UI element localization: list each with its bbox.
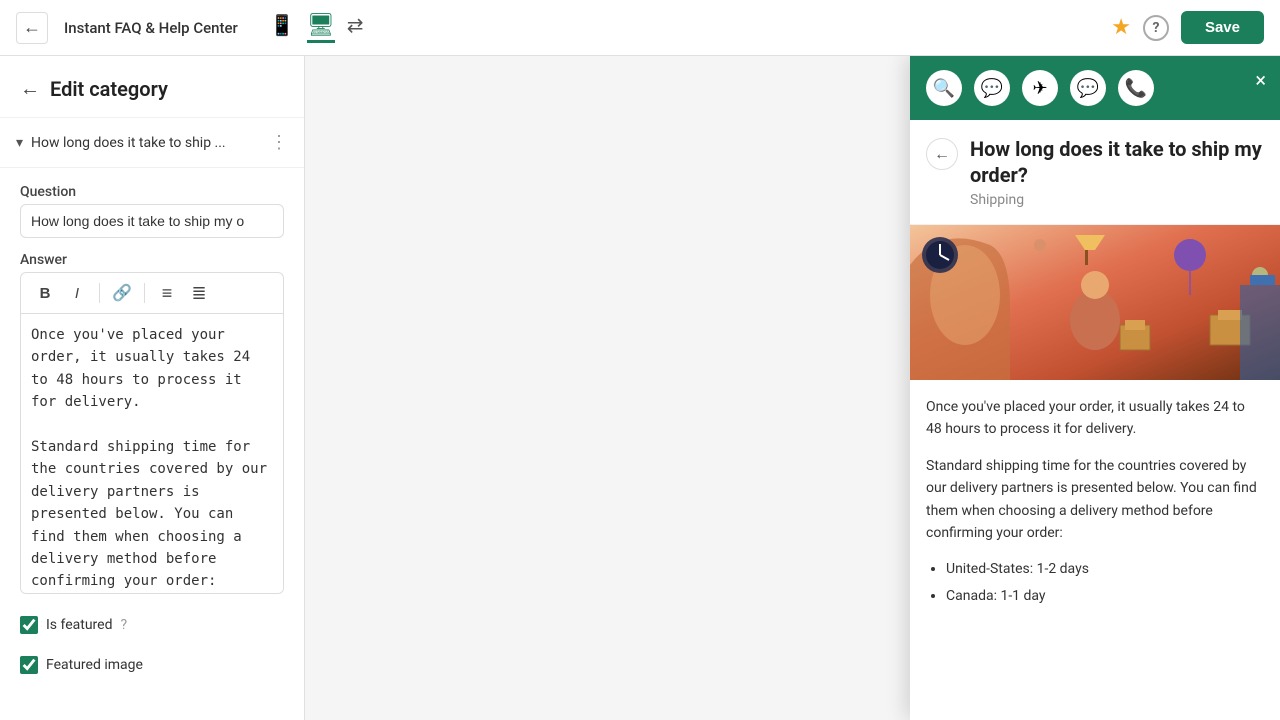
topbar: ← Instant FAQ & Help Center 📱 🖥 ⇄ ★ ? Sa…	[0, 0, 1280, 56]
popup-question-content: How long does it take to ship my order? …	[970, 136, 1264, 208]
question-input[interactable]	[20, 204, 284, 238]
star-icon[interactable]: ★	[1111, 15, 1131, 40]
messenger-icon: 💬	[1077, 78, 1099, 99]
popup-back-button[interactable]: ←	[926, 138, 958, 170]
popup-answer-text: Once you've placed your order, it usuall…	[910, 380, 1280, 627]
answer-bullets: United-States: 1-2 days Canada: 1-1 day	[926, 558, 1264, 607]
category-item[interactable]: ▾ How long does it take to ship ... ⋮	[0, 118, 304, 168]
featured-image-checkbox[interactable]	[20, 656, 38, 674]
topbar-back-button[interactable]: ←	[16, 12, 48, 44]
messenger-popup-icon[interactable]: 💬	[1070, 70, 1106, 106]
category-item-label: How long does it take to ship ...	[31, 135, 266, 151]
bullet-item-1: Canada: 1-1 day	[946, 585, 1264, 607]
sidebar-header: ← Edit category	[0, 56, 304, 118]
answer-field-group: Answer B I 🔗 ≡ ≣ Once you've placed your…	[20, 252, 284, 598]
desktop-view-icon[interactable]: 🖥	[307, 13, 335, 43]
answer-textarea[interactable]: Once you've placed your order, it usuall…	[20, 314, 284, 594]
content-area: 🔍 💬 ✈ 💬 📞 × ←	[305, 56, 1280, 720]
answer-para-2: Standard shipping time for the countries…	[926, 455, 1264, 545]
popup-question-title: How long does it take to ship my order?	[970, 136, 1264, 188]
is-featured-info-icon[interactable]: ?	[120, 617, 127, 633]
resize-view-icon[interactable]: ⇄	[347, 13, 364, 43]
main-layout: ← Edit category ▾ How long does it take …	[0, 56, 1280, 720]
category-item-menu-icon[interactable]: ⋮	[270, 132, 288, 153]
featured-image-row: Featured image	[20, 652, 284, 678]
italic-button[interactable]: I	[63, 279, 91, 307]
sidebar: ← Edit category ▾ How long does it take …	[0, 56, 305, 720]
answer-label: Answer	[20, 252, 284, 268]
form-area: Question Answer B I 🔗 ≡ ≣ Once you've pl…	[0, 168, 304, 694]
featured-image-label: Featured image	[46, 657, 143, 673]
bullet-list-button[interactable]: ≡	[153, 279, 181, 307]
bullet-item-0: United-States: 1-2 days	[946, 558, 1264, 580]
question-field-group: Question	[20, 184, 284, 238]
topbar-view-icons: 📱 🖥 ⇄	[270, 13, 364, 43]
search-popup-icon[interactable]: 🔍	[926, 70, 962, 106]
link-button[interactable]: 🔗	[108, 279, 136, 307]
topbar-right-actions: ★ ? Save	[1111, 11, 1264, 44]
app-title: Instant FAQ & Help Center	[64, 19, 238, 37]
is-featured-checkbox[interactable]	[20, 616, 38, 634]
popup-body: ← How long does it take to ship my order…	[910, 120, 1280, 720]
back-icon: ←	[23, 17, 41, 38]
numbered-list-button[interactable]: ≣	[185, 279, 213, 307]
whatsapp-icon: 💬	[981, 78, 1003, 99]
help-icon[interactable]: ?	[1143, 15, 1169, 41]
toolbar-separator-1	[99, 283, 100, 303]
answer-para-1: Once you've placed your order, it usuall…	[926, 396, 1264, 441]
popup-question-bar: ← How long does it take to ship my order…	[910, 120, 1280, 225]
whatsapp-popup-icon[interactable]: 💬	[974, 70, 1010, 106]
telegram-icon: ✈	[1032, 78, 1047, 99]
mobile-view-icon[interactable]: 📱	[270, 13, 295, 43]
question-label: Question	[20, 184, 284, 200]
sidebar-title: Edit category	[50, 77, 168, 101]
sidebar-back-button[interactable]: ←	[20, 76, 40, 101]
phone-popup-icon[interactable]: 📞	[1118, 70, 1154, 106]
telegram-popup-icon[interactable]: ✈	[1022, 70, 1058, 106]
chevron-icon: ▾	[16, 135, 23, 151]
popup-illustration	[910, 225, 1280, 380]
phone-icon: 📞	[1125, 78, 1147, 99]
popup-header: 🔍 💬 ✈ 💬 📞 ×	[910, 56, 1280, 120]
is-featured-row: Is featured ?	[20, 612, 284, 638]
preview-popup: 🔍 💬 ✈ 💬 📞 × ←	[910, 56, 1280, 720]
search-icon: 🔍	[933, 78, 955, 99]
popup-question-category: Shipping	[970, 192, 1264, 208]
toolbar-separator-2	[144, 283, 145, 303]
is-featured-label: Is featured	[46, 617, 112, 633]
bold-button[interactable]: B	[31, 279, 59, 307]
answer-toolbar: B I 🔗 ≡ ≣	[20, 272, 284, 314]
popup-close-button[interactable]: ×	[1255, 70, 1266, 90]
save-button[interactable]: Save	[1181, 11, 1264, 44]
